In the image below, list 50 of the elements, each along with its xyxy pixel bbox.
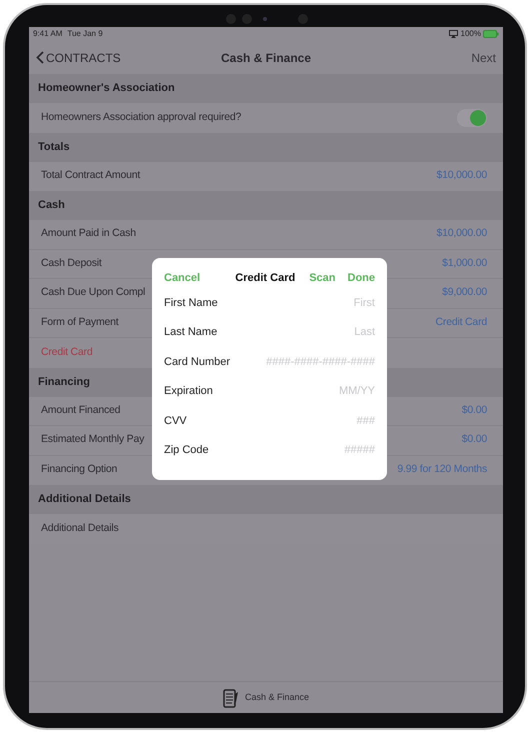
back-button[interactable]: CONTRACTS bbox=[36, 48, 121, 66]
status-date: Tue Jan 9 bbox=[67, 28, 103, 40]
done-button[interactable]: Done bbox=[348, 270, 375, 286]
camera-icon bbox=[225, 13, 309, 25]
row-label: Estimated Monthly Pay bbox=[41, 432, 144, 448]
field-label: Expiration bbox=[164, 384, 213, 399]
row-label: Financing Option bbox=[41, 462, 118, 478]
tab-label[interactable]: Cash & Finance bbox=[244, 690, 310, 704]
chevron-left-icon bbox=[36, 51, 44, 64]
row-label: Homeowners Association approval required? bbox=[41, 110, 242, 125]
row-value[interactable]: 9.99 for 120 Months bbox=[397, 462, 487, 478]
row-value[interactable]: $1,000.00 bbox=[442, 256, 487, 272]
nav-title: Cash & Finance bbox=[220, 50, 312, 66]
battery-icon bbox=[483, 30, 499, 38]
row-value[interactable]: $0.00 bbox=[462, 432, 487, 448]
field-label: Card Number bbox=[164, 354, 230, 370]
section-header: Totals bbox=[38, 140, 70, 155]
row-label: Cash Deposit bbox=[41, 256, 102, 271]
row-label: Amount Financed bbox=[41, 402, 120, 418]
section-header: Financing bbox=[38, 374, 90, 390]
row-value[interactable]: $9,000.00 bbox=[442, 285, 487, 302]
input-field[interactable]: ##### bbox=[255, 442, 375, 458]
field-label: Zip Code bbox=[164, 443, 209, 458]
row-value[interactable]: $0.00 bbox=[462, 402, 487, 419]
row-label: Cash Due Upon Compl bbox=[41, 285, 146, 300]
notepad-icon bbox=[222, 688, 239, 708]
row-value[interactable]: Credit Card bbox=[436, 314, 487, 331]
row-label: Form of Payment bbox=[41, 314, 119, 330]
input-field[interactable]: ####-####-####-#### bbox=[255, 354, 375, 370]
row-value[interactable]: $10,000.00 bbox=[436, 168, 487, 184]
row-label: Total Contract Amount bbox=[41, 168, 140, 184]
row-value[interactable]: $10,000.00 bbox=[436, 226, 487, 242]
field-label: Last Name bbox=[164, 325, 218, 340]
row-label: Amount Paid in Cash bbox=[41, 226, 136, 242]
airplay-icon bbox=[448, 30, 458, 38]
field-label: First Name bbox=[164, 296, 218, 310]
scan-button[interactable]: Scan bbox=[309, 270, 336, 286]
credit-card-link[interactable]: Credit Card bbox=[41, 344, 92, 361]
status-time: 9:41 AM bbox=[33, 28, 62, 40]
battery-percent: 100% bbox=[460, 28, 481, 40]
cancel-button[interactable]: Cancel bbox=[164, 270, 200, 286]
row-label: Additional Details bbox=[41, 520, 119, 536]
section-header: Cash bbox=[38, 198, 65, 214]
next-button[interactable]: Next bbox=[471, 48, 496, 66]
section-header: Additional Details bbox=[38, 492, 131, 508]
input-field[interactable]: ### bbox=[255, 412, 375, 429]
field-label: CVV bbox=[164, 414, 187, 428]
dialog-title: Credit Card bbox=[235, 270, 296, 286]
section-header: Homeowner's Association bbox=[38, 81, 175, 96]
toggle-switch[interactable] bbox=[457, 108, 487, 127]
